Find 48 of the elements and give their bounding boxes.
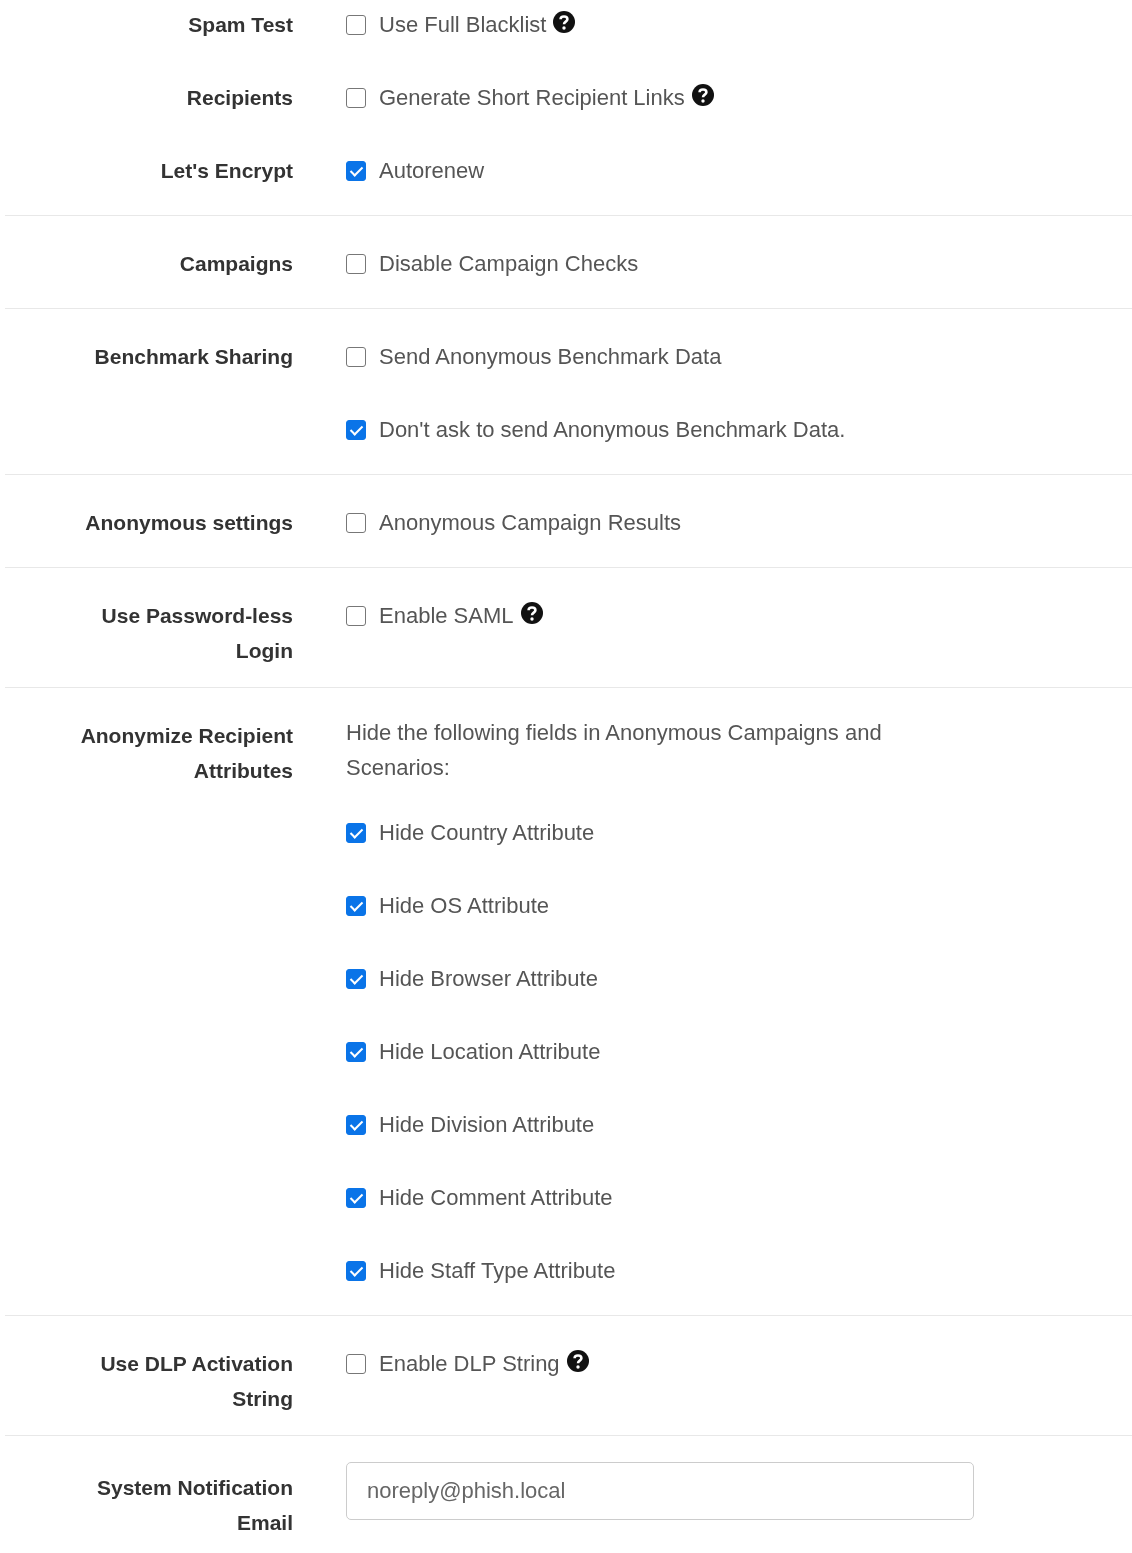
help-icon[interactable] [690,83,715,107]
checkbox[interactable] [346,1261,366,1281]
field-label: Anonymize Recipient Attributes [80,724,293,782]
field-label: Campaigns [179,252,293,275]
field-label: Let's Encrypt [160,159,293,182]
checkbox-label[interactable]: Enable SAML [379,603,514,629]
checkbox-label[interactable]: Enable DLP String [379,1351,560,1377]
checkbox[interactable] [346,420,366,440]
help-icon[interactable] [565,1349,590,1373]
checkbox[interactable] [346,969,366,989]
checkbox-label[interactable]: Generate Short Recipient Links [379,85,685,111]
checkbox[interactable] [346,896,366,916]
checkbox[interactable] [346,1354,366,1374]
field-label: Spam Test [188,13,293,36]
help-icon[interactable] [552,10,577,34]
field-label: Use DLP Activation String [100,1352,293,1410]
checkbox-label[interactable]: Don't ask to send Anonymous Benchmark Data. [379,417,846,443]
checkbox[interactable] [346,1042,366,1062]
checkbox[interactable] [346,823,366,843]
checkbox[interactable] [346,513,366,533]
field-label: Use Password-less Login [101,604,293,662]
checkbox[interactable] [346,15,366,35]
checkbox-label[interactable]: Disable Campaign Checks [379,251,639,277]
checkbox[interactable] [346,1115,366,1135]
checkbox[interactable] [346,606,366,626]
checkbox-label[interactable]: Hide Location Attribute [379,1039,601,1065]
checkbox-label[interactable]: Hide Staff Type Attribute [379,1258,616,1284]
help-icon[interactable] [519,601,544,625]
checkbox[interactable] [346,347,366,367]
description-text: Hide the following fields in Anonymous Campaigns and Scenarios: [346,719,883,782]
checkbox-label[interactable]: Use Full Blacklist [379,12,547,38]
checkbox[interactable] [346,161,366,181]
field-label: System Notification Email [96,1476,293,1534]
field-label: Recipients [186,86,293,109]
checkbox[interactable] [346,254,366,274]
checkbox-label[interactable]: Hide OS Attribute [379,893,549,919]
checkbox-label[interactable]: Hide Division Attribute [379,1112,595,1138]
field-label: Anonymous settings [85,511,293,534]
checkbox-label[interactable]: Send Anonymous Benchmark Data [379,344,722,370]
checkbox-label[interactable]: Hide Country Attribute [379,820,595,846]
email-input[interactable]: noreply@phish.local [346,1462,974,1520]
field-label: Benchmark Sharing [94,345,293,368]
checkbox-label[interactable]: Hide Comment Attribute [379,1185,613,1211]
checkbox-label[interactable]: Autorenew [379,158,485,184]
checkbox[interactable] [346,1188,366,1208]
checkbox[interactable] [346,88,366,108]
checkbox-label[interactable]: Hide Browser Attribute [379,966,598,992]
checkbox-label[interactable]: Anonymous Campaign Results [379,510,682,536]
